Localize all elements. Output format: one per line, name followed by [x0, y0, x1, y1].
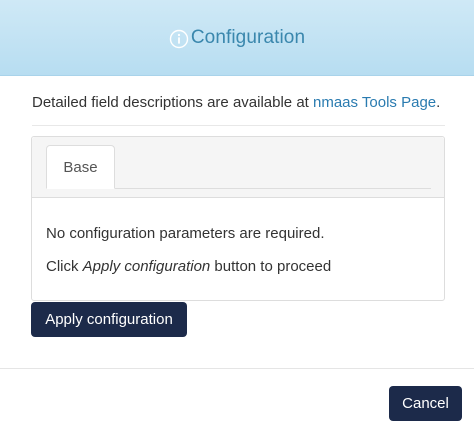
tab-base[interactable]: Base [46, 145, 115, 189]
description-divider [32, 125, 445, 126]
no-parameters-message: No configuration parameters are required… [46, 225, 325, 242]
configuration-modal: Configuration Detailed field description… [0, 0, 474, 434]
description-text: Detailed field descriptions are availabl… [32, 94, 440, 111]
proceed-instruction: Click Apply configuration button to proc… [46, 258, 331, 275]
instruction-suffix: button to proceed [210, 258, 332, 275]
modal-title: Configuration [190, 26, 306, 48]
modal-header: Configuration [0, 0, 474, 76]
cancel-button[interactable]: Cancel [389, 386, 462, 421]
nmaas-tools-page-link[interactable]: nmaas Tools Page [313, 94, 436, 111]
description-suffix: . [436, 94, 441, 111]
configuration-panel: Base No configuration parameters are req… [31, 136, 445, 301]
description-prefix: Detailed field descriptions are availabl… [32, 94, 313, 111]
footer-divider [0, 368, 474, 369]
modal-title-wrap: Configuration [169, 27, 305, 49]
tab-bar: Base [32, 137, 444, 198]
info-circle-icon [169, 29, 189, 49]
apply-configuration-button[interactable]: Apply configuration [31, 302, 187, 337]
instruction-prefix: Click [46, 258, 83, 275]
instruction-emphasis: Apply configuration [82, 258, 211, 275]
